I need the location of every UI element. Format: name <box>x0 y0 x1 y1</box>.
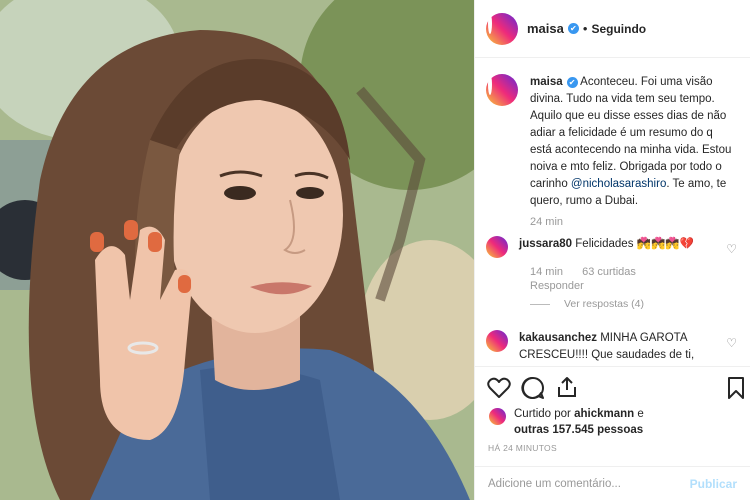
publish-button[interactable]: Publicar <box>690 477 737 491</box>
view-replies-button[interactable]: Ver respostas (4) <box>530 298 644 310</box>
divider-line <box>530 303 550 305</box>
post-photo[interactable] <box>0 0 474 500</box>
comment-meta: 14 min 63 curtidas <box>530 266 652 278</box>
separator-dot: • <box>582 21 588 36</box>
caption-time[interactable]: 24 min <box>530 216 563 228</box>
comment-item: kakausanchez MINHA GAROTA CRESCEU!!!! Qu… <box>486 330 719 364</box>
post-timestamp[interactable]: HÁ 24 MINUTOS <box>488 443 557 453</box>
comment-like-heart-icon[interactable]: ♡ <box>726 336 737 350</box>
post-header: maisa ✔ • Seguindo <box>475 0 750 58</box>
comment-time[interactable]: 14 min <box>530 266 563 278</box>
bookmark-icon[interactable] <box>727 376 745 400</box>
comment-likes-count[interactable]: 63 curtidas <box>582 266 636 278</box>
comment-body: jussara80 Felicidades 💏💏💏💔 <box>519 236 719 258</box>
author-username[interactable]: maisa <box>527 21 564 36</box>
action-bar <box>475 366 750 408</box>
likes-prefix: Curtido por <box>514 408 571 420</box>
caption-avatar[interactable] <box>486 74 518 106</box>
view-replies-label: Ver respostas (4) <box>564 298 644 310</box>
comments-list[interactable]: maisa ✔ Aconteceu. Foi uma visão divina. … <box>475 58 750 366</box>
comment-body: kakausanchez MINHA GAROTA CRESCEU!!!! Qu… <box>519 330 719 364</box>
commenter-avatar[interactable] <box>486 330 508 352</box>
caption-verified-badge-icon: ✔ <box>566 77 578 88</box>
add-comment-bar: Adicione um comentário... Publicar <box>475 466 750 500</box>
share-icon[interactable] <box>555 375 579 399</box>
heart-icon[interactable] <box>487 377 511 399</box>
comment-input[interactable]: Adicione um comentário... <box>488 478 621 490</box>
liker-avatar[interactable] <box>489 408 506 425</box>
author-avatar[interactable] <box>486 12 518 45</box>
comment-like-heart-icon[interactable]: ♡ <box>726 242 737 256</box>
liker-username[interactable]: ahickmann <box>574 408 634 420</box>
caption-mention-link[interactable]: @nicholasarashiro <box>571 178 666 190</box>
caption-body: maisa ✔ Aconteceu. Foi uma visão divina. … <box>530 74 735 210</box>
comment-username[interactable]: jussara80 <box>519 238 572 250</box>
following-button[interactable]: Seguindo <box>591 22 646 36</box>
post-side-panel: maisa ✔ • Seguindo maisa ✔ Aconteceu. Foi… <box>474 0 750 500</box>
post-image-illustration <box>0 0 474 500</box>
likes-connector: e <box>637 408 644 420</box>
verified-badge-icon: ✔ <box>567 23 579 34</box>
caption: maisa ✔ Aconteceu. Foi uma visão divina. … <box>486 74 735 210</box>
likes-summary: Curtido por ahickmann e outras 157.545 p… <box>489 406 644 438</box>
caption-text: Aconteceu. Foi uma visão divina. Tudo na… <box>530 76 732 190</box>
likes-text: Curtido por ahickmann e outras 157.545 p… <box>514 406 644 438</box>
commenter-avatar[interactable] <box>486 236 508 258</box>
comment-text: Felicidades 💏💏💏💔 <box>575 238 694 250</box>
others-likes-link[interactable]: outras 157.545 pessoas <box>514 424 643 436</box>
reply-button[interactable]: Responder <box>530 280 584 292</box>
comment-username[interactable]: kakausanchez <box>519 332 597 344</box>
comment-icon[interactable] <box>521 376 545 400</box>
comment-item: jussara80 Felicidades 💏💏💏💔 <box>486 236 719 258</box>
caption-username[interactable]: maisa <box>530 76 563 88</box>
